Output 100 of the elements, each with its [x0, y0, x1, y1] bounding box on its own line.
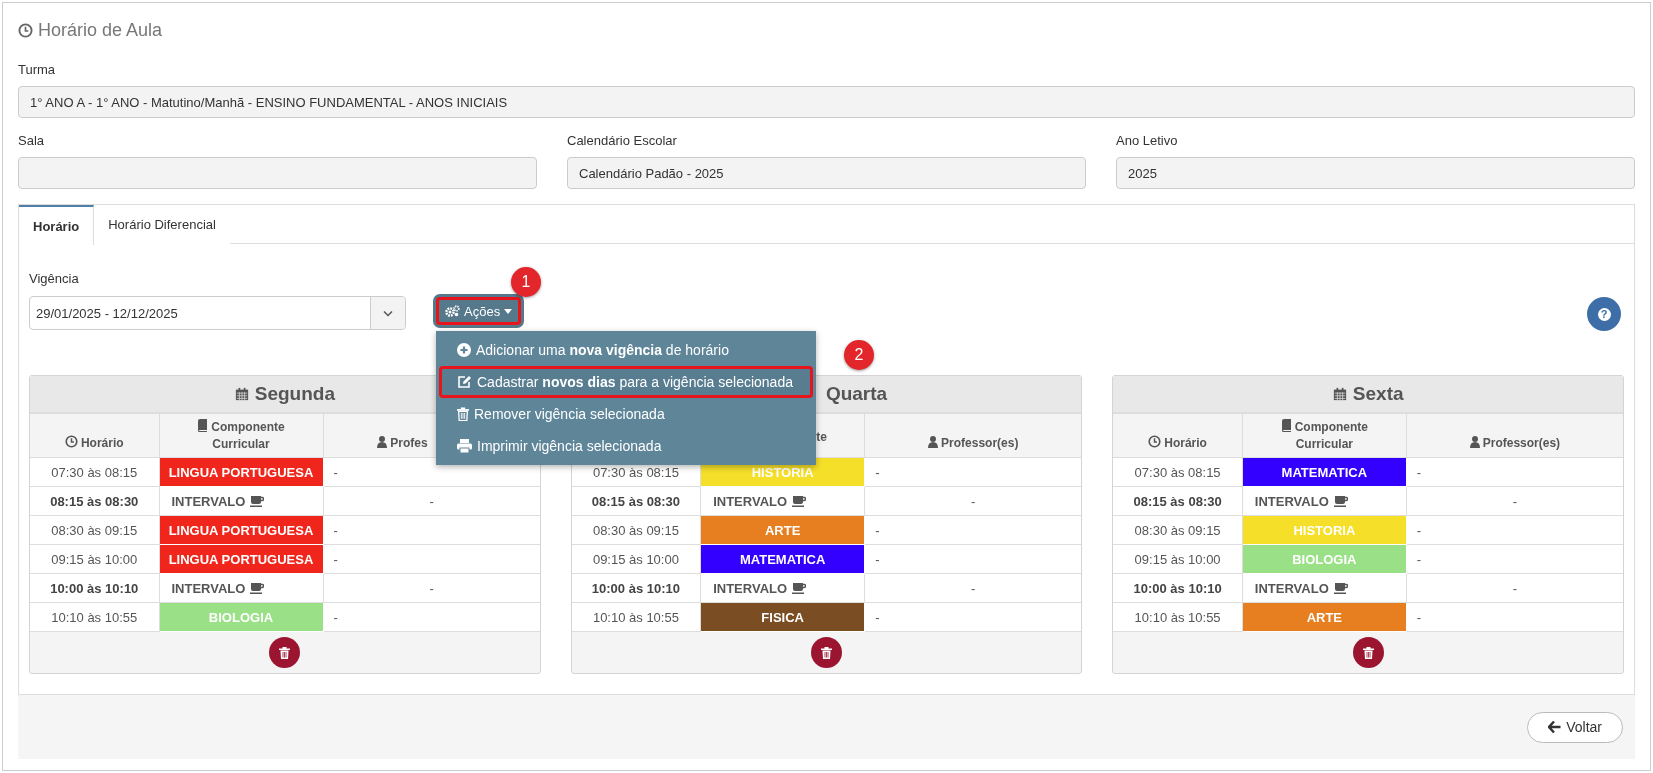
- coffee-icon: [792, 495, 807, 507]
- menu-item[interactable]: Adicionar uma nova vigência de horário: [439, 334, 813, 366]
- time-cell: 10:10 às 10:55: [571, 602, 701, 632]
- printer-icon: [457, 439, 472, 453]
- edit-icon: [457, 375, 472, 389]
- coffee-icon: [1333, 495, 1348, 507]
- teacher-text: -: [333, 551, 338, 567]
- day-title: Sexta: [1352, 383, 1404, 405]
- time-cell: 07:30 às 08:15: [1113, 457, 1243, 487]
- menu-item[interactable]: Cadastrar novos dias para a vigência selecionada: [439, 366, 813, 398]
- field-label: Vigência: [29, 271, 79, 287]
- text-field[interactable]: [18, 157, 537, 189]
- subject-cell: ARTE: [700, 515, 865, 545]
- tab[interactable]: Horário: [19, 205, 95, 245]
- time-cell: 08:15 às 08:30: [571, 486, 701, 516]
- arrow-left-icon: [1548, 721, 1562, 733]
- delete-button[interactable]: [1352, 637, 1384, 668]
- menu-item[interactable]: Remover vigência selecionada: [439, 398, 813, 430]
- book-icon: [1280, 418, 1292, 432]
- user-icon: [377, 436, 388, 448]
- teacher-text: -: [429, 493, 434, 509]
- column-header: Professor(es): [1469, 435, 1561, 452]
- break-label: INTERVALO: [1254, 493, 1348, 509]
- delete-button[interactable]: [269, 637, 301, 668]
- text-field[interactable]: Calendário Padão - 2025: [567, 157, 1086, 189]
- time-cell: 08:30 às 09:15: [1113, 515, 1243, 545]
- subject-cell: LINGUA PORTUGUESA: [159, 515, 323, 545]
- teacher-text: -: [875, 522, 880, 538]
- subject-cell: BIOLOGIA: [159, 602, 323, 632]
- teacher-text: -: [875, 551, 880, 567]
- day-title: Quarta: [825, 383, 888, 405]
- subject-cell: ARTE: [1242, 602, 1407, 632]
- teacher-text: -: [333, 464, 338, 480]
- column-header: Componente Curricular: [186, 418, 296, 453]
- teacher-text: -: [333, 522, 338, 538]
- gears-icon: [445, 305, 460, 317]
- plus-circle-icon: [457, 343, 471, 357]
- chevron-down-icon: [383, 309, 393, 317]
- column-header: Componente Curricular: [1269, 418, 1380, 453]
- subject-cell: MATEMATICA: [1242, 457, 1407, 487]
- teacher-text: -: [1416, 551, 1422, 567]
- subject-cell: BIOLOGIA: [1242, 544, 1407, 574]
- user-icon: [1469, 436, 1480, 448]
- subject-cell: LINGUA PORTUGUESA: [159, 457, 323, 487]
- subject-cell: LINGUA PORTUGUESA: [159, 544, 323, 574]
- time-cell: 09:15 às 10:00: [571, 544, 701, 574]
- teacher-text: -: [333, 609, 338, 625]
- time-cell: 08:15 às 08:30: [1113, 486, 1243, 516]
- coffee-icon: [792, 582, 807, 594]
- time-cell: 08:15 às 08:30: [30, 486, 159, 516]
- time-cell: 10:00 às 10:10: [1113, 573, 1243, 603]
- day-title: Segunda: [254, 383, 335, 405]
- text-field[interactable]: 1° ANO A - 1° ANO - Matutino/Manhã - ENSINO FUNDAMENTAL - ANOS INICIAIS: [18, 86, 1635, 118]
- help-button[interactable]: ?: [1587, 297, 1621, 331]
- trash-icon: [821, 646, 832, 659]
- subject-cell: MATEMATICA: [700, 544, 865, 574]
- user-icon: [928, 436, 939, 448]
- calendar-icon: [1332, 387, 1347, 401]
- break-label: INTERVALO: [1254, 580, 1348, 596]
- teacher-text: -: [1416, 464, 1422, 480]
- page-title: Horário de Aula: [38, 19, 163, 41]
- text-field[interactable]: 2025: [1116, 157, 1635, 189]
- time-cell: 09:15 às 10:00: [1113, 544, 1243, 574]
- break-label: INTERVALO: [713, 580, 807, 596]
- break-label: INTERVALO: [713, 493, 807, 509]
- field-label: Ano Letivo: [1116, 133, 1179, 149]
- coffee-icon: [1333, 582, 1348, 594]
- teacher-text: -: [429, 580, 434, 596]
- column-header: Horário: [1148, 435, 1207, 452]
- actions-button[interactable]: Ações: [436, 297, 522, 325]
- column-header: Profes: [377, 435, 428, 452]
- time-cell: 10:00 às 10:10: [571, 573, 701, 603]
- trash-icon: [457, 407, 469, 421]
- time-cell: 10:00 às 10:10: [30, 573, 159, 603]
- trash-icon: [1362, 646, 1374, 659]
- step-badge: 1: [511, 267, 541, 297]
- calendar-icon: [234, 387, 249, 401]
- teacher-text: -: [1416, 609, 1422, 625]
- trash-icon: [279, 646, 291, 659]
- teacher-text: -: [875, 609, 880, 625]
- book-icon: [197, 418, 209, 432]
- time-cell: 09:15 às 10:00: [30, 544, 159, 574]
- field-label: Sala: [18, 133, 46, 149]
- coffee-icon: [250, 495, 265, 507]
- back-button[interactable]: Voltar: [1527, 711, 1623, 743]
- time-cell: 08:30 às 09:15: [30, 515, 159, 545]
- column-header: Horário: [64, 435, 124, 452]
- break-label: INTERVALO: [171, 580, 265, 596]
- step-badge: 2: [844, 340, 874, 370]
- column-header: te: [816, 428, 827, 446]
- caret-icon: [504, 308, 513, 314]
- subject-cell: HISTORIA: [1242, 515, 1407, 545]
- time-cell: 10:10 às 10:55: [30, 602, 159, 632]
- column-header: Professor(es): [928, 435, 1019, 452]
- clock-icon: [1148, 435, 1162, 448]
- delete-button[interactable]: [811, 637, 842, 668]
- teacher-text: -: [971, 493, 976, 509]
- period-dropdown[interactable]: 29/01/2025 - 12/12/2025: [29, 296, 406, 330]
- teacher-text: -: [971, 580, 976, 596]
- break-label: INTERVALO: [171, 493, 265, 509]
